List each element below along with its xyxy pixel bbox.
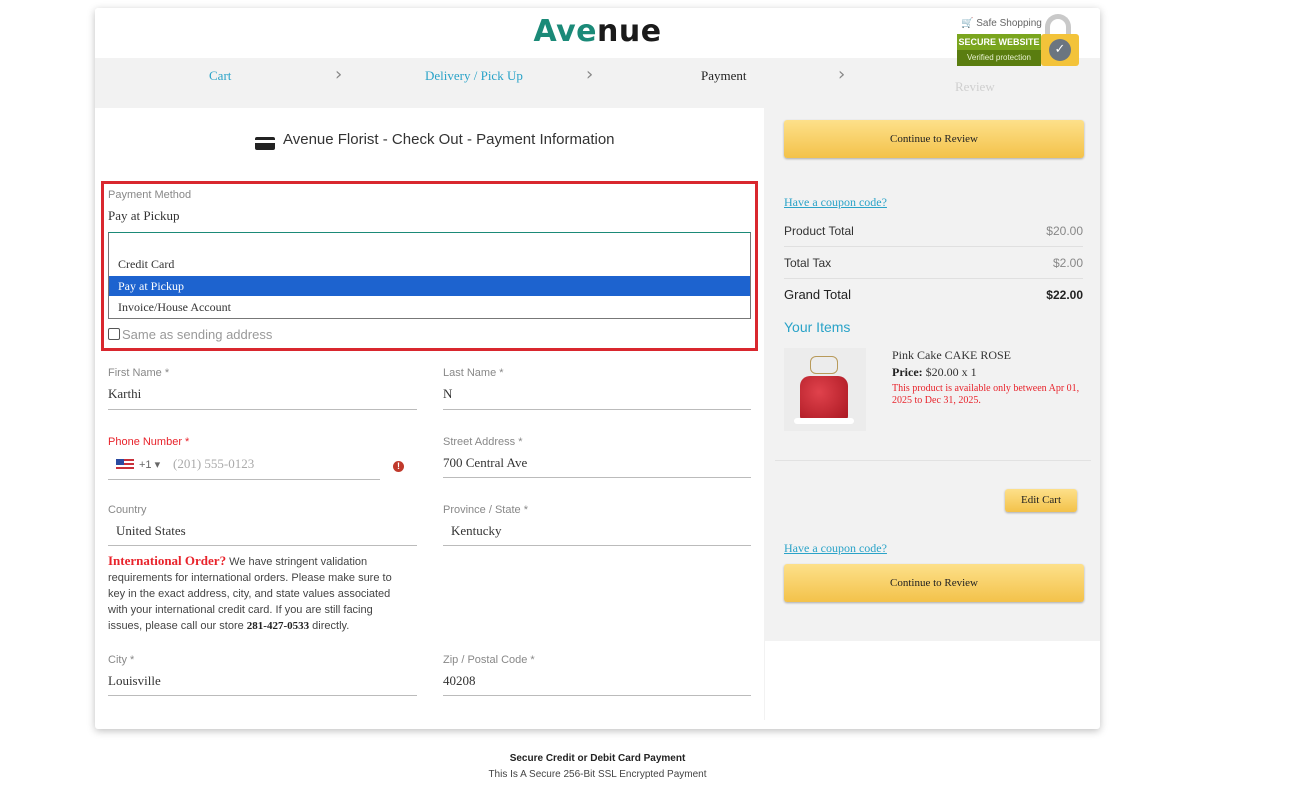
us-flag-icon[interactable] <box>116 459 134 471</box>
step-cart[interactable]: Cart <box>209 68 231 84</box>
item-name: Pink Cake CAKE ROSE <box>892 348 1012 362</box>
your-items-heading: Your Items <box>784 319 851 335</box>
option-invoice-house-account[interactable]: Invoice/House Account <box>109 297 750 317</box>
last-name-label: Last Name * <box>443 367 504 379</box>
state-label: Province / State * <box>443 504 528 516</box>
step-payment: Payment <box>701 68 747 83</box>
phone-label: Phone Number * <box>108 436 190 448</box>
zip-input[interactable]: 40208 <box>443 673 476 689</box>
checkout-steps: Cart › Delivery / Pick Up › Payment › Re… <box>95 58 1100 108</box>
street-input[interactable]: 700 Central Ave <box>443 455 527 471</box>
country-label: Country <box>108 504 147 516</box>
country-select[interactable]: United States <box>116 523 186 539</box>
grand-total-row: Grand Total $22.00 <box>784 287 1083 302</box>
option-pay-at-pickup[interactable]: Pay at Pickup <box>109 276 750 296</box>
secure-website-badge: 🛒 Safe Shopping ✓ SECURE WEBSITE Verifie… <box>957 12 1079 68</box>
payment-method-dropdown: Credit Card Pay at Pickup Invoice/House … <box>108 232 751 319</box>
country-code-select[interactable]: +1 ▾ <box>139 458 160 471</box>
continue-to-review-button-bottom[interactable]: Continue to Review <box>784 564 1084 602</box>
coupon-link-bottom[interactable]: Have a coupon code? <box>784 541 887 556</box>
brand-logo[interactable]: Avenue <box>95 14 1100 49</box>
item-price: Price: $20.00 x 1 <box>892 365 977 379</box>
product-image[interactable] <box>784 348 866 431</box>
international-order-notice: International Order? We have stringent v… <box>108 553 392 632</box>
checkout-card: Avenue Cart › Delivery / Pick Up › Payme… <box>95 8 1100 729</box>
first-name-input[interactable]: Karthi <box>108 386 141 402</box>
check-icon: ✓ <box>1049 39 1071 61</box>
safe-shopping-label: 🛒 Safe Shopping <box>961 18 1042 29</box>
zip-label: Zip / Postal Code * <box>443 654 535 666</box>
chevron-right-icon: › <box>586 64 594 85</box>
header: Avenue <box>95 8 1100 58</box>
info-icon: ! <box>393 461 404 472</box>
same-address-checkbox[interactable] <box>108 328 120 340</box>
credit-card-icon <box>255 137 275 150</box>
edit-cart-button[interactable]: Edit Cart <box>1005 489 1077 512</box>
product-total-row: Product Total $20.00 <box>784 215 1083 247</box>
state-select[interactable]: Kentucky <box>451 523 502 539</box>
item-availability-note: This product is available only between A… <box>892 383 1080 406</box>
first-name-label: First Name * <box>108 367 170 379</box>
city-label: City * <box>108 654 135 666</box>
option-credit-card[interactable]: Credit Card <box>109 254 750 274</box>
phone-input[interactable]: (201) 555-0123 <box>173 456 254 472</box>
total-tax-row: Total Tax $2.00 <box>784 247 1083 279</box>
payment-method-label: Payment Method <box>108 189 192 201</box>
chevron-right-icon: › <box>335 64 343 85</box>
last-name-input[interactable]: N <box>443 386 452 402</box>
footer-secure-subtitle: This Is A Secure 256-Bit SSL Encrypted P… <box>488 769 707 780</box>
street-label: Street Address * <box>443 436 523 448</box>
city-input[interactable]: Louisville <box>108 673 161 689</box>
continue-to-review-button[interactable]: Continue to Review <box>784 120 1084 158</box>
chevron-right-icon: › <box>838 64 846 85</box>
payment-method-select[interactable]: Pay at Pickup <box>108 208 180 224</box>
step-review: Review <box>955 79 995 94</box>
step-delivery[interactable]: Delivery / Pick Up <box>425 68 523 84</box>
same-address-label: Same as sending address <box>122 327 273 342</box>
coupon-link[interactable]: Have a coupon code? <box>784 195 887 210</box>
footer-secure-title: Secure Credit or Debit Card Payment <box>509 753 686 764</box>
